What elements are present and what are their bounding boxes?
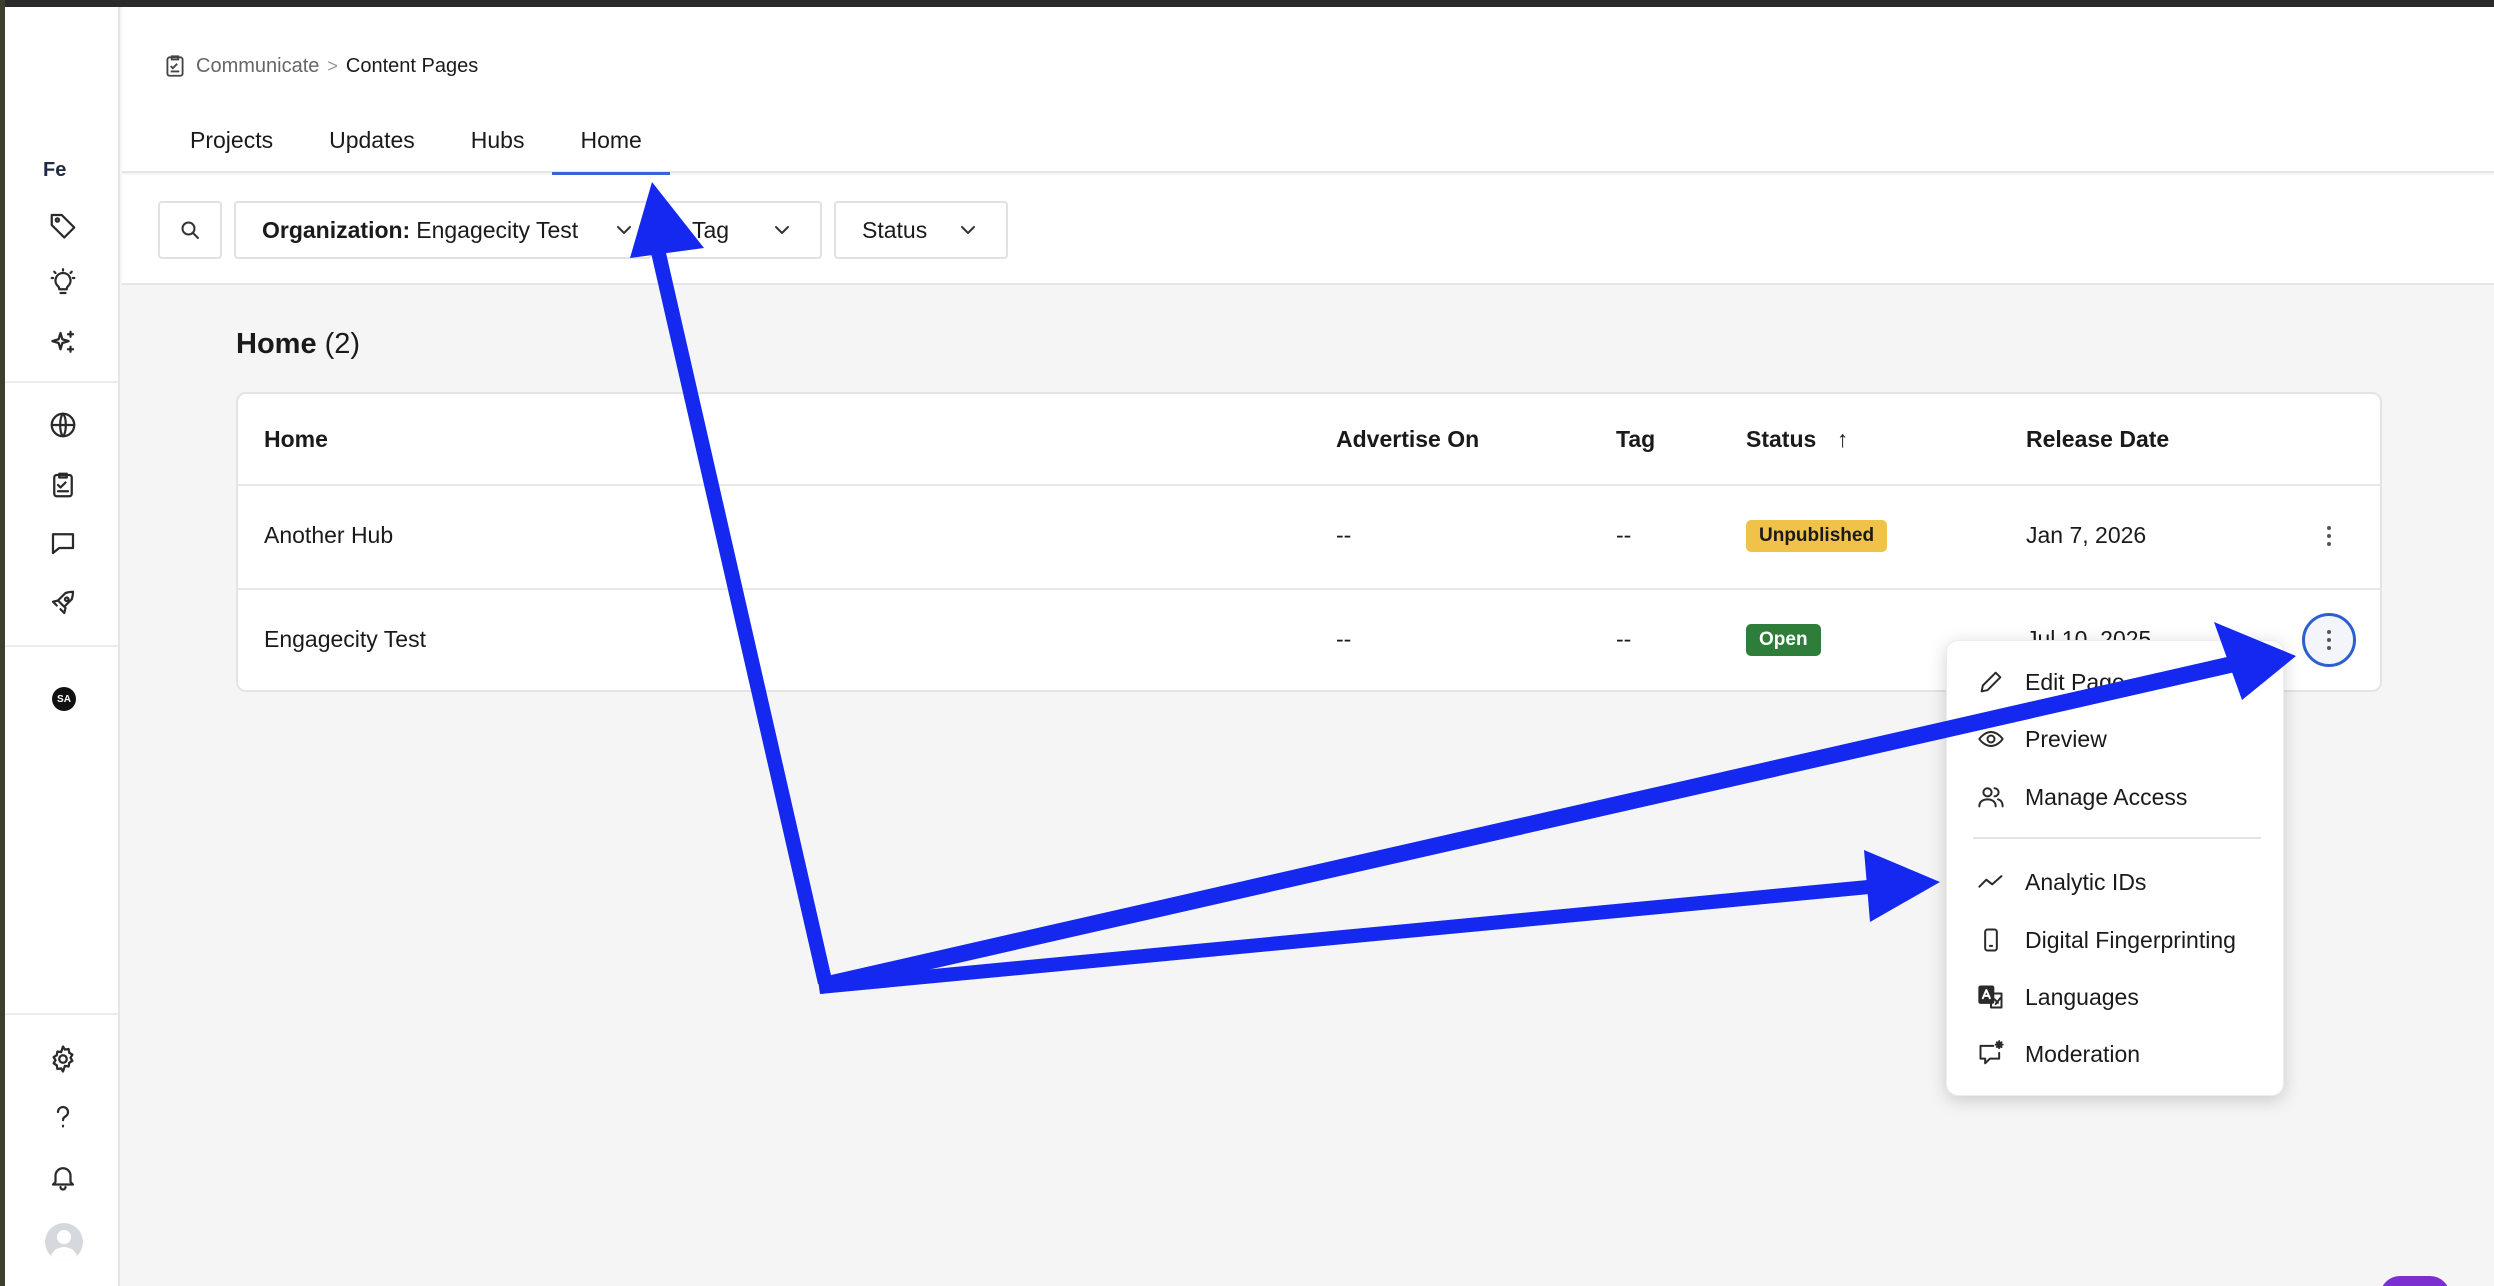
- kebab-icon: [2327, 628, 2331, 652]
- menu-item-languages[interactable]: Languages: [1947, 972, 2285, 1022]
- row-actions-button[interactable]: [2302, 613, 2356, 667]
- chevron-down-icon: [961, 226, 975, 234]
- tab-home[interactable]: Home: [552, 107, 671, 175]
- chevron-down-icon: [775, 226, 789, 234]
- chat-launcher-button[interactable]: [2380, 1276, 2450, 1286]
- tab-hubs[interactable]: Hubs: [443, 107, 553, 173]
- section-count: (2): [324, 328, 361, 360]
- cell-home: Another Hub: [264, 522, 394, 548]
- chevron-down-icon: [617, 226, 631, 234]
- cell-advertise-on: --: [1336, 522, 1352, 548]
- row-actions-button[interactable]: [2305, 512, 2353, 560]
- menu-item-label: Digital Fingerprinting: [2025, 926, 2236, 953]
- sidebar-brand[interactable]: Fe: [43, 159, 66, 182]
- window-frame-top: [0, 0, 2494, 7]
- row-divider: [238, 588, 2380, 590]
- translate-icon: [1978, 985, 2003, 1009]
- kebab-icon: [2327, 524, 2331, 548]
- help-icon[interactable]: [45, 1099, 81, 1135]
- tag-filter[interactable]: Tag: [664, 201, 822, 259]
- eye-icon: [1978, 731, 2004, 747]
- status-badge: Open: [1746, 624, 1821, 656]
- menu-item-analytic-ids[interactable]: Analytic IDs: [1947, 857, 2285, 907]
- column-header-release-date[interactable]: Release Date: [2026, 426, 2169, 453]
- row-divider: [238, 484, 2380, 486]
- organization-filter-label: Organization:: [262, 216, 411, 243]
- organization-filter[interactable]: Organization: Engagecity Test: [234, 201, 652, 259]
- search-icon: [181, 221, 199, 239]
- menu-item-label: Moderation: [2025, 1040, 2141, 1067]
- tag-filter-label: Tag: [692, 216, 730, 243]
- annotation-arrow-shaft: [818, 879, 1880, 994]
- tab-bar: Projects Updates Hubs Home: [162, 107, 671, 175]
- menu-item-edit-page[interactable]: Edit Page: [1947, 657, 2285, 707]
- users-icon: [1978, 787, 2004, 808]
- filter-bar: Organization: Engagecity Test Tag Status: [122, 175, 2494, 285]
- menu-item-digital-fingerprinting[interactable]: Digital Fingerprinting: [1947, 915, 2285, 965]
- status-badge: Unpublished: [1746, 520, 1888, 552]
- annotation-arrowhead: [1864, 850, 1940, 922]
- clipboard-icon: [166, 55, 184, 77]
- user-avatar-icon[interactable]: [45, 1223, 83, 1261]
- cell-tag: --: [1616, 626, 1632, 652]
- menu-item-manage-access[interactable]: Manage Access: [1947, 772, 2285, 822]
- breadcrumb-separator: >: [327, 55, 338, 76]
- breadcrumb-parent[interactable]: Communicate: [196, 55, 319, 78]
- pencil-icon: [1980, 671, 2002, 693]
- clipboard-icon[interactable]: [45, 467, 81, 503]
- row-actions-menu: Edit Page Preview Manage Access Analytic…: [1946, 640, 2284, 1096]
- column-header-status[interactable]: Status ↑: [1746, 426, 1848, 453]
- cell-release-date: Jan 7, 2026: [2026, 522, 2147, 548]
- menu-item-label: Analytic IDs: [2025, 868, 2147, 895]
- menu-item-label: Manage Access: [2025, 783, 2188, 810]
- menu-item-moderation[interactable]: Moderation: [1947, 1029, 2285, 1079]
- menu-divider: [1973, 837, 2261, 839]
- menu-item-preview[interactable]: Preview: [1947, 714, 2285, 764]
- lightbulb-icon[interactable]: [45, 265, 81, 301]
- tab-updates[interactable]: Updates: [301, 107, 443, 173]
- status-filter[interactable]: Status: [834, 201, 1008, 259]
- chat-icon[interactable]: [45, 525, 81, 561]
- section-title-text: Home: [236, 328, 317, 360]
- organization-filter-value: Engagecity Test: [416, 216, 579, 243]
- gear-icon[interactable]: [45, 1041, 81, 1077]
- column-header-home[interactable]: Home: [264, 426, 328, 453]
- phone-icon: [1984, 928, 1998, 952]
- column-header-status-label: Status: [1746, 426, 1817, 452]
- column-header-tag[interactable]: Tag: [1616, 426, 1655, 453]
- status-filter-label: Status: [862, 216, 928, 243]
- tag-icon[interactable]: [45, 207, 81, 243]
- sparkle-icon[interactable]: [45, 325, 81, 361]
- cell-home: Engagecity Test: [264, 626, 426, 652]
- globe-icon[interactable]: [45, 407, 81, 443]
- breadcrumb: Communicate > Content Pages: [162, 53, 478, 79]
- sort-arrow-icon: ↑: [1836, 426, 1849, 452]
- cell-tag: --: [1616, 522, 1632, 548]
- rocket-icon[interactable]: [45, 585, 81, 621]
- bell-icon[interactable]: [45, 1159, 81, 1195]
- avatar-badge[interactable]: SA: [52, 687, 76, 711]
- menu-item-label: Edit Page: [2025, 668, 2125, 695]
- menu-item-label: Preview: [2025, 725, 2107, 752]
- sidebar-divider: [5, 1013, 118, 1015]
- menu-item-label: Languages: [2025, 983, 2139, 1010]
- page-title: Home (2): [236, 328, 360, 361]
- moderation-icon: [1979, 1040, 2004, 1065]
- sidebar: Fe SA: [5, 7, 120, 1286]
- cell-advertise-on: --: [1336, 626, 1352, 652]
- trend-icon: [1978, 875, 2003, 888]
- sidebar-divider: [5, 645, 118, 647]
- search-button[interactable]: [158, 201, 222, 259]
- column-header-advertise-on[interactable]: Advertise On: [1336, 426, 1479, 453]
- sidebar-divider: [5, 381, 118, 383]
- tab-projects[interactable]: Projects: [162, 107, 301, 173]
- page-header: Communicate > Content Pages Projects Upd…: [122, 7, 2494, 175]
- breadcrumb-current: Content Pages: [345, 54, 479, 77]
